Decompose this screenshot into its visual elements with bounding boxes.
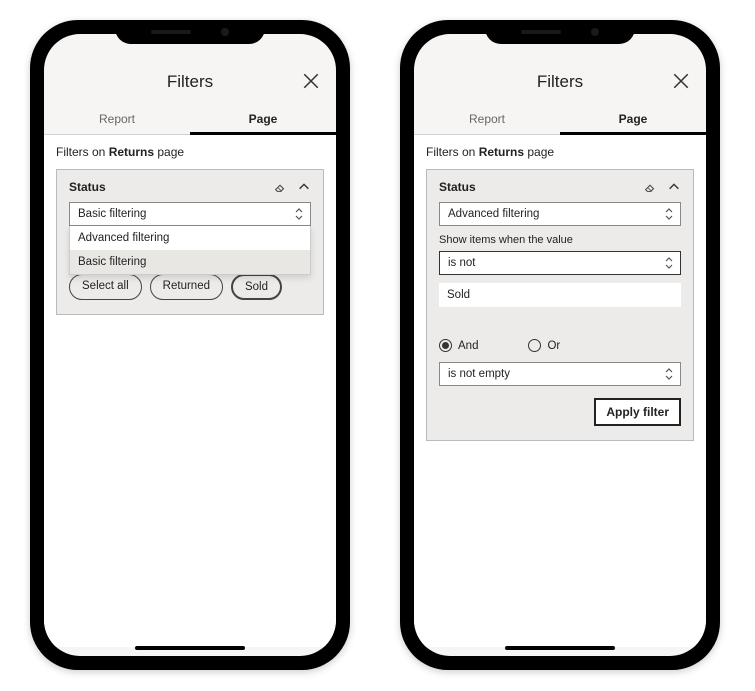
updown-caret-icon bbox=[664, 207, 674, 221]
dropdown-item-advanced[interactable]: Advanced filtering bbox=[70, 226, 310, 250]
chip-select-all[interactable]: Select all bbox=[69, 274, 142, 300]
header-title: Filters bbox=[167, 72, 213, 92]
apply-row: Apply filter bbox=[439, 398, 681, 426]
content-left: Filters on Returns page Status Basic fil… bbox=[44, 135, 336, 647]
updown-caret-icon bbox=[664, 367, 674, 381]
radio-dot-icon bbox=[439, 339, 452, 352]
radio-and[interactable]: And bbox=[439, 339, 478, 352]
select-value: Basic filtering bbox=[78, 208, 146, 220]
filter-type-dropdown: Advanced filtering Basic filtering bbox=[69, 226, 311, 275]
home-indicator[interactable] bbox=[135, 646, 245, 650]
select-value: is not empty bbox=[448, 368, 510, 380]
card-title: Status bbox=[439, 180, 633, 194]
card-header: Status bbox=[69, 180, 311, 194]
phone-right: Filters Report Page Filters on Returns p… bbox=[400, 20, 720, 670]
show-items-label: Show items when the value bbox=[439, 234, 681, 246]
radio-label: Or bbox=[547, 340, 560, 352]
condition1-select[interactable]: is not bbox=[439, 251, 681, 275]
filter-chips: Select all Returned Sold bbox=[69, 274, 311, 300]
card-header: Status bbox=[439, 180, 681, 194]
tab-report[interactable]: Report bbox=[44, 102, 190, 134]
content-right: Filters on Returns page Status Advanced … bbox=[414, 135, 706, 647]
radio-or[interactable]: Or bbox=[528, 339, 560, 352]
dropdown-item-basic[interactable]: Basic filtering bbox=[70, 250, 310, 274]
notch bbox=[115, 20, 265, 44]
filter-card-status: Status Basic filtering bbox=[56, 169, 324, 315]
filter-type-select[interactable]: Basic filtering bbox=[69, 202, 311, 226]
value1-input[interactable] bbox=[439, 283, 681, 307]
chip-returned[interactable]: Returned bbox=[150, 274, 223, 300]
screen-right: Filters Report Page Filters on Returns p… bbox=[414, 34, 706, 656]
tabs: Report Page bbox=[414, 102, 706, 135]
close-icon[interactable] bbox=[302, 72, 320, 90]
filter-type-select-wrap: Basic filtering Advanced filtering Basic… bbox=[69, 202, 311, 226]
tabs: Report Page bbox=[44, 102, 336, 135]
logic-radio-group: And Or bbox=[439, 329, 681, 352]
condition1-select-wrap: is not bbox=[439, 251, 681, 275]
filter-card-status: Status Advanced filtering bbox=[426, 169, 694, 441]
tab-page[interactable]: Page bbox=[190, 102, 336, 134]
filters-on-label: Filters on Returns page bbox=[56, 145, 324, 159]
chip-sold[interactable]: Sold bbox=[231, 274, 282, 300]
screen-left: Filters Report Page Filters on Returns p… bbox=[44, 34, 336, 656]
radio-label: And bbox=[458, 340, 478, 352]
updown-caret-icon bbox=[664, 256, 674, 270]
filters-on-label: Filters on Returns page bbox=[426, 145, 694, 159]
tab-report[interactable]: Report bbox=[414, 102, 560, 134]
radio-dot-icon bbox=[528, 339, 541, 352]
updown-caret-icon bbox=[294, 207, 304, 221]
header-title: Filters bbox=[537, 72, 583, 92]
select-value: Advanced filtering bbox=[448, 208, 539, 220]
header: Filters bbox=[44, 34, 336, 102]
phone-left: Filters Report Page Filters on Returns p… bbox=[30, 20, 350, 670]
tab-page[interactable]: Page bbox=[560, 102, 706, 134]
eraser-icon[interactable] bbox=[643, 180, 657, 194]
chevron-up-icon[interactable] bbox=[667, 180, 681, 194]
eraser-icon[interactable] bbox=[273, 180, 287, 194]
select-value: is not bbox=[448, 257, 476, 269]
header: Filters bbox=[414, 34, 706, 102]
condition2-select[interactable]: is not empty bbox=[439, 362, 681, 386]
home-indicator[interactable] bbox=[505, 646, 615, 650]
filter-type-select[interactable]: Advanced filtering bbox=[439, 202, 681, 226]
filter-type-select-wrap: Advanced filtering bbox=[439, 202, 681, 226]
notch bbox=[485, 20, 635, 44]
close-icon[interactable] bbox=[672, 72, 690, 90]
card-title: Status bbox=[69, 180, 263, 194]
apply-filter-button[interactable]: Apply filter bbox=[594, 398, 681, 426]
chevron-up-icon[interactable] bbox=[297, 180, 311, 194]
condition2-select-wrap: is not empty bbox=[439, 362, 681, 386]
